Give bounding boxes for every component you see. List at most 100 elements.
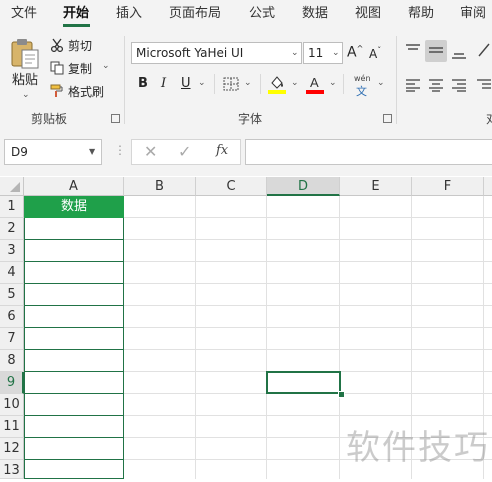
font-size-select[interactable]: 11 ⌄	[303, 42, 343, 64]
phonetic-guide-button[interactable]: wén 文	[352, 74, 374, 98]
align-center-icon[interactable]	[428, 78, 444, 92]
tab-formulas[interactable]: 公式	[249, 5, 275, 23]
tab-insert[interactable]: 插入	[116, 5, 142, 23]
row-header-1[interactable]: 1	[0, 196, 24, 218]
font-launcher-icon[interactable]	[383, 114, 392, 123]
divider	[396, 36, 397, 124]
column-header-c[interactable]: C	[196, 177, 267, 196]
column-header-b[interactable]: B	[124, 177, 196, 196]
tab-view[interactable]: 视图	[355, 5, 381, 23]
column-header-f[interactable]: F	[412, 177, 484, 196]
caret-down-icon: ▼	[89, 147, 96, 156]
row-header-3[interactable]: 3	[0, 240, 24, 262]
align-left-icon[interactable]	[405, 78, 421, 92]
cell-a11[interactable]	[24, 416, 124, 438]
font-name-select[interactable]: Microsoft YaHei UI ⌄	[131, 42, 302, 64]
row-header-12[interactable]: 12	[0, 438, 24, 460]
cell-a13[interactable]	[24, 460, 124, 479]
chevron-down-icon[interactable]: ⌄	[198, 78, 206, 88]
chevron-down-icon: ⌄	[291, 48, 299, 58]
tab-review[interactable]: 审阅	[460, 5, 486, 23]
underline-button[interactable]: U	[181, 76, 191, 91]
cell-a5[interactable]	[24, 284, 124, 306]
row-header-6[interactable]: 6	[0, 306, 24, 328]
row-header-9[interactable]: 9	[0, 372, 24, 394]
active-cell-d9[interactable]	[266, 371, 341, 394]
font-color-icon[interactable]: A	[306, 74, 324, 94]
clipboard-launcher-icon[interactable]	[111, 114, 120, 123]
indent-icon[interactable]	[476, 78, 492, 92]
enter-check-icon[interactable]: ✓	[178, 142, 191, 161]
row-header-5[interactable]: 5	[0, 284, 24, 306]
chevron-down-icon[interactable]: ⌄	[244, 78, 252, 88]
select-all-icon	[10, 182, 20, 192]
cell-a2[interactable]	[24, 218, 124, 240]
name-box[interactable]: D9 ▼	[4, 139, 102, 165]
align-middle-icon	[429, 47, 443, 53]
align-top-icon[interactable]	[405, 44, 421, 56]
font-name-value: Microsoft YaHei UI	[136, 46, 244, 60]
cell-a9[interactable]	[24, 372, 124, 394]
cell-a4[interactable]	[24, 262, 124, 284]
decrease-font-size-icon[interactable]: Aˇ	[369, 46, 381, 61]
column-header-g[interactable]	[484, 177, 492, 196]
cell-a1[interactable]: 数据	[24, 196, 124, 218]
scissors-icon	[50, 38, 64, 52]
chevron-down-icon[interactable]: ⌄	[291, 78, 299, 88]
row-header-11[interactable]: 11	[0, 416, 24, 438]
fill-color-icon[interactable]	[268, 74, 286, 94]
divider	[124, 36, 125, 124]
chevron-down-icon: ⌄	[22, 90, 30, 100]
align-right-icon[interactable]	[451, 78, 467, 92]
italic-button[interactable]: I	[161, 76, 166, 91]
format-painter-button[interactable]: 格式刷	[50, 84, 110, 100]
chevron-down-icon[interactable]: ⌄	[329, 78, 337, 88]
chevron-down-icon[interactable]: ⌄	[377, 78, 385, 88]
align-bottom-icon[interactable]	[451, 48, 467, 60]
cell-a3[interactable]	[24, 240, 124, 262]
phonetic-bottom-text: 文	[356, 85, 367, 98]
phonetic-top-text: wén	[354, 74, 371, 83]
row-header-7[interactable]: 7	[0, 328, 24, 350]
column-header-d[interactable]: D	[267, 177, 340, 196]
copy-button[interactable]: 复制 ⌄	[50, 61, 114, 77]
column-header-a[interactable]: A	[24, 177, 124, 196]
cell-a6[interactable]	[24, 306, 124, 328]
tab-page-layout[interactable]: 页面布局	[169, 5, 221, 23]
cell-a12[interactable]	[24, 438, 124, 460]
svg-text:A: A	[310, 75, 319, 90]
orientation-icon[interactable]	[477, 42, 491, 58]
drag-handle-icon[interactable]: ⋮	[114, 144, 126, 156]
cell-a7[interactable]	[24, 328, 124, 350]
bold-button[interactable]: B	[138, 76, 148, 91]
font-size-value: 11	[308, 46, 324, 60]
row-header-4[interactable]: 4	[0, 262, 24, 284]
tab-data[interactable]: 数据	[302, 5, 328, 23]
tab-home[interactable]: 开始	[63, 5, 89, 23]
formula-input[interactable]	[245, 139, 492, 165]
format-painter-label: 格式刷	[68, 85, 105, 99]
cell-a10[interactable]	[24, 394, 124, 416]
row-header-2[interactable]: 2	[0, 218, 24, 240]
divider	[214, 74, 215, 94]
tab-file[interactable]: 文件	[11, 5, 37, 23]
select-all-button[interactable]	[0, 177, 24, 196]
tab-help[interactable]: 帮助	[408, 5, 434, 23]
paste-label: 粘贴	[12, 73, 39, 88]
row-header-10[interactable]: 10	[0, 394, 24, 416]
borders-icon[interactable]	[223, 77, 239, 91]
column-header-e[interactable]: E	[340, 177, 412, 196]
insert-function-button[interactable]: fx	[216, 143, 228, 158]
align-middle-button[interactable]	[425, 40, 447, 62]
watermark: 软件技巧	[346, 428, 490, 468]
fill-handle[interactable]	[338, 391, 345, 398]
row-header-13[interactable]: 13	[0, 460, 24, 479]
divider	[343, 74, 344, 94]
cell-a8[interactable]	[24, 350, 124, 372]
cancel-icon[interactable]: ✕	[144, 142, 157, 161]
paste-button[interactable]: 粘贴 ⌄	[6, 36, 44, 100]
active-tab-indicator	[63, 24, 90, 27]
cut-button[interactable]: 剪切	[50, 38, 110, 54]
increase-font-size-icon[interactable]: A^	[347, 44, 363, 61]
row-header-8[interactable]: 8	[0, 350, 24, 372]
